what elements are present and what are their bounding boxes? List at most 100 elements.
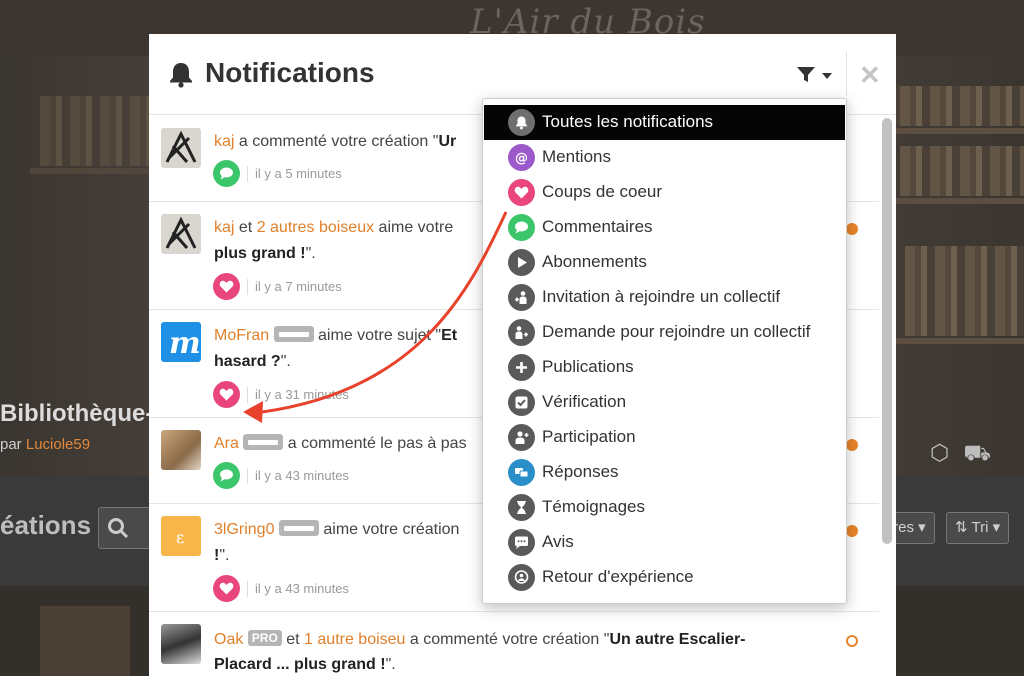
unread-indicator[interactable] (846, 525, 858, 537)
notification-line: !". (214, 543, 229, 568)
avatar[interactable] (161, 128, 201, 168)
filter-option-at[interactable]: @ Mentions (484, 140, 845, 175)
project-icons: ⬡ ⛟ (930, 440, 991, 469)
feedback-icon (508, 564, 535, 591)
notification-text: ". (305, 245, 316, 262)
creations-search[interactable] (98, 507, 152, 549)
filter-option-label: Commentaires (542, 217, 653, 236)
filter-option-label: Publications (542, 357, 634, 376)
user-link[interactable]: 3lGring0 (214, 521, 274, 538)
notification-text: a commenté votre création " (234, 133, 439, 150)
filter-option-label: Mentions (542, 147, 611, 166)
timestamp: il y a 31 minutes (247, 387, 349, 403)
content-title-link[interactable]: Et (441, 327, 457, 344)
avatar[interactable]: m (161, 322, 201, 362)
saw-badge-icon (278, 519, 319, 536)
filter-option-feedback[interactable]: Retour d'expérience (484, 560, 845, 595)
review-icon (508, 529, 535, 556)
scrollbar[interactable] (882, 118, 892, 544)
svg-text:m: m (169, 326, 201, 361)
notification-line: Ara a commenté le pas à pas (214, 431, 467, 456)
plus-icon (508, 354, 535, 381)
filter-option-label: Avis (542, 532, 574, 551)
filter-option-request[interactable]: Demande pour rejoindre un collectif (484, 315, 845, 350)
filter-option-label: Invitation à rejoindre un collectif (542, 287, 781, 306)
notification-line: kaj a commenté votre création "Ur (214, 129, 456, 154)
notification-text: aime votre création (318, 521, 460, 538)
content-title-link[interactable]: hasard ? (214, 353, 281, 370)
cube-icon: ⬡ (930, 440, 950, 465)
filter-option-label: Retour d'expérience (542, 567, 694, 586)
filter-option-bell[interactable]: Toutes les notifications (484, 105, 845, 140)
play-icon (508, 249, 535, 276)
unread-indicator[interactable] (846, 223, 858, 235)
timestamp: il y a 7 minutes (247, 279, 342, 295)
notification-text: ". (385, 656, 396, 673)
avatar[interactable] (161, 214, 201, 254)
notification-line: 3lGring0 aime votre création (214, 517, 459, 542)
modal-title: Notifications (205, 57, 375, 88)
filter-option-label: Abonnements (542, 252, 647, 271)
header-divider (846, 52, 847, 96)
user-link[interactable]: kaj (214, 133, 234, 150)
filter-option-heart[interactable]: Coups de coeur (484, 175, 845, 210)
search-icon (108, 518, 129, 539)
user-link[interactable]: kaj (214, 219, 234, 236)
avatar[interactable]: ε (161, 516, 201, 556)
filter-option-invite[interactable]: Invitation à rejoindre un collectif (484, 280, 845, 315)
content-title-link[interactable]: Placard ... plus grand ! (214, 656, 386, 673)
filter-option-plus[interactable]: Publications (484, 350, 845, 385)
content-title-link[interactable]: Un autre Escalier- (609, 631, 745, 648)
heart-icon (213, 575, 240, 602)
project-author-link[interactable]: Luciole59 (26, 436, 90, 453)
heart-icon (213, 381, 240, 408)
close-icon: ✕ (859, 60, 881, 90)
timestamp: il y a 43 minutes (247, 468, 349, 484)
filter-option-comment[interactable]: Commentaires (484, 210, 845, 245)
content-title-link[interactable]: Ur (438, 133, 456, 150)
filter-option-label: Participation (542, 427, 636, 446)
notification-text: et (234, 219, 257, 236)
content-title-link[interactable]: plus grand ! (214, 245, 306, 262)
notification-line: Oak PRO et 1 autre boiseu a commenté vot… (214, 627, 746, 652)
filter-option-participation[interactable]: Participation (484, 420, 845, 455)
filter-option-replies[interactable]: Réponses (484, 455, 845, 490)
notification-text: a commenté votre création " (405, 631, 610, 648)
replies-icon (508, 459, 535, 486)
filter-dropdown-menu: Toutes les notifications @ Mentions Coups d… (482, 98, 847, 604)
comment-icon (213, 462, 240, 489)
filter-option-play[interactable]: Abonnements (484, 245, 845, 280)
notification-text: ". (219, 547, 230, 564)
participation-icon (508, 424, 535, 451)
unread-indicator[interactable] (846, 635, 858, 647)
user-link[interactable]: 2 autres boiseux (257, 219, 374, 236)
svg-text:ε: ε (176, 528, 184, 547)
user-link[interactable]: Oak (214, 631, 243, 648)
comment-icon (508, 214, 535, 241)
sort-dropdown[interactable]: ⇅ Tri ▾ (946, 512, 1010, 544)
filter-button[interactable] (797, 64, 837, 86)
filter-option-label: Réponses (542, 462, 619, 481)
filter-option-review[interactable]: Avis (484, 525, 845, 560)
at-icon: @ (508, 144, 535, 171)
filter-option-hourglass[interactable]: Témoignages (484, 490, 845, 525)
avatar[interactable] (161, 430, 201, 470)
filter-option-check[interactable]: Vérification (484, 385, 845, 420)
filter-option-label: Toutes les notifications (542, 112, 714, 131)
notification-text: ". (280, 353, 291, 370)
timestamp: il y a 43 minutes (247, 581, 349, 597)
project-title: Bibliothèque- (0, 400, 154, 427)
avatar[interactable] (161, 624, 201, 664)
creations-heading: éations (0, 510, 92, 540)
close-button[interactable]: ✕ (859, 60, 881, 91)
notification-line: MoFran aime votre sujet "Et (214, 323, 457, 348)
unread-indicator[interactable] (846, 439, 858, 451)
user-link[interactable]: 1 autre boiseu (304, 631, 405, 648)
request-icon (508, 319, 535, 346)
user-link[interactable]: MoFran (214, 327, 269, 344)
notification-text: a commenté le pas à pas (283, 435, 467, 452)
saw-badge-icon (273, 325, 314, 342)
user-link[interactable]: Ara (214, 435, 239, 452)
heart-icon (508, 179, 535, 206)
notification-item[interactable]: Oak PRO et 1 autre boiseu a commenté vot… (149, 611, 879, 676)
